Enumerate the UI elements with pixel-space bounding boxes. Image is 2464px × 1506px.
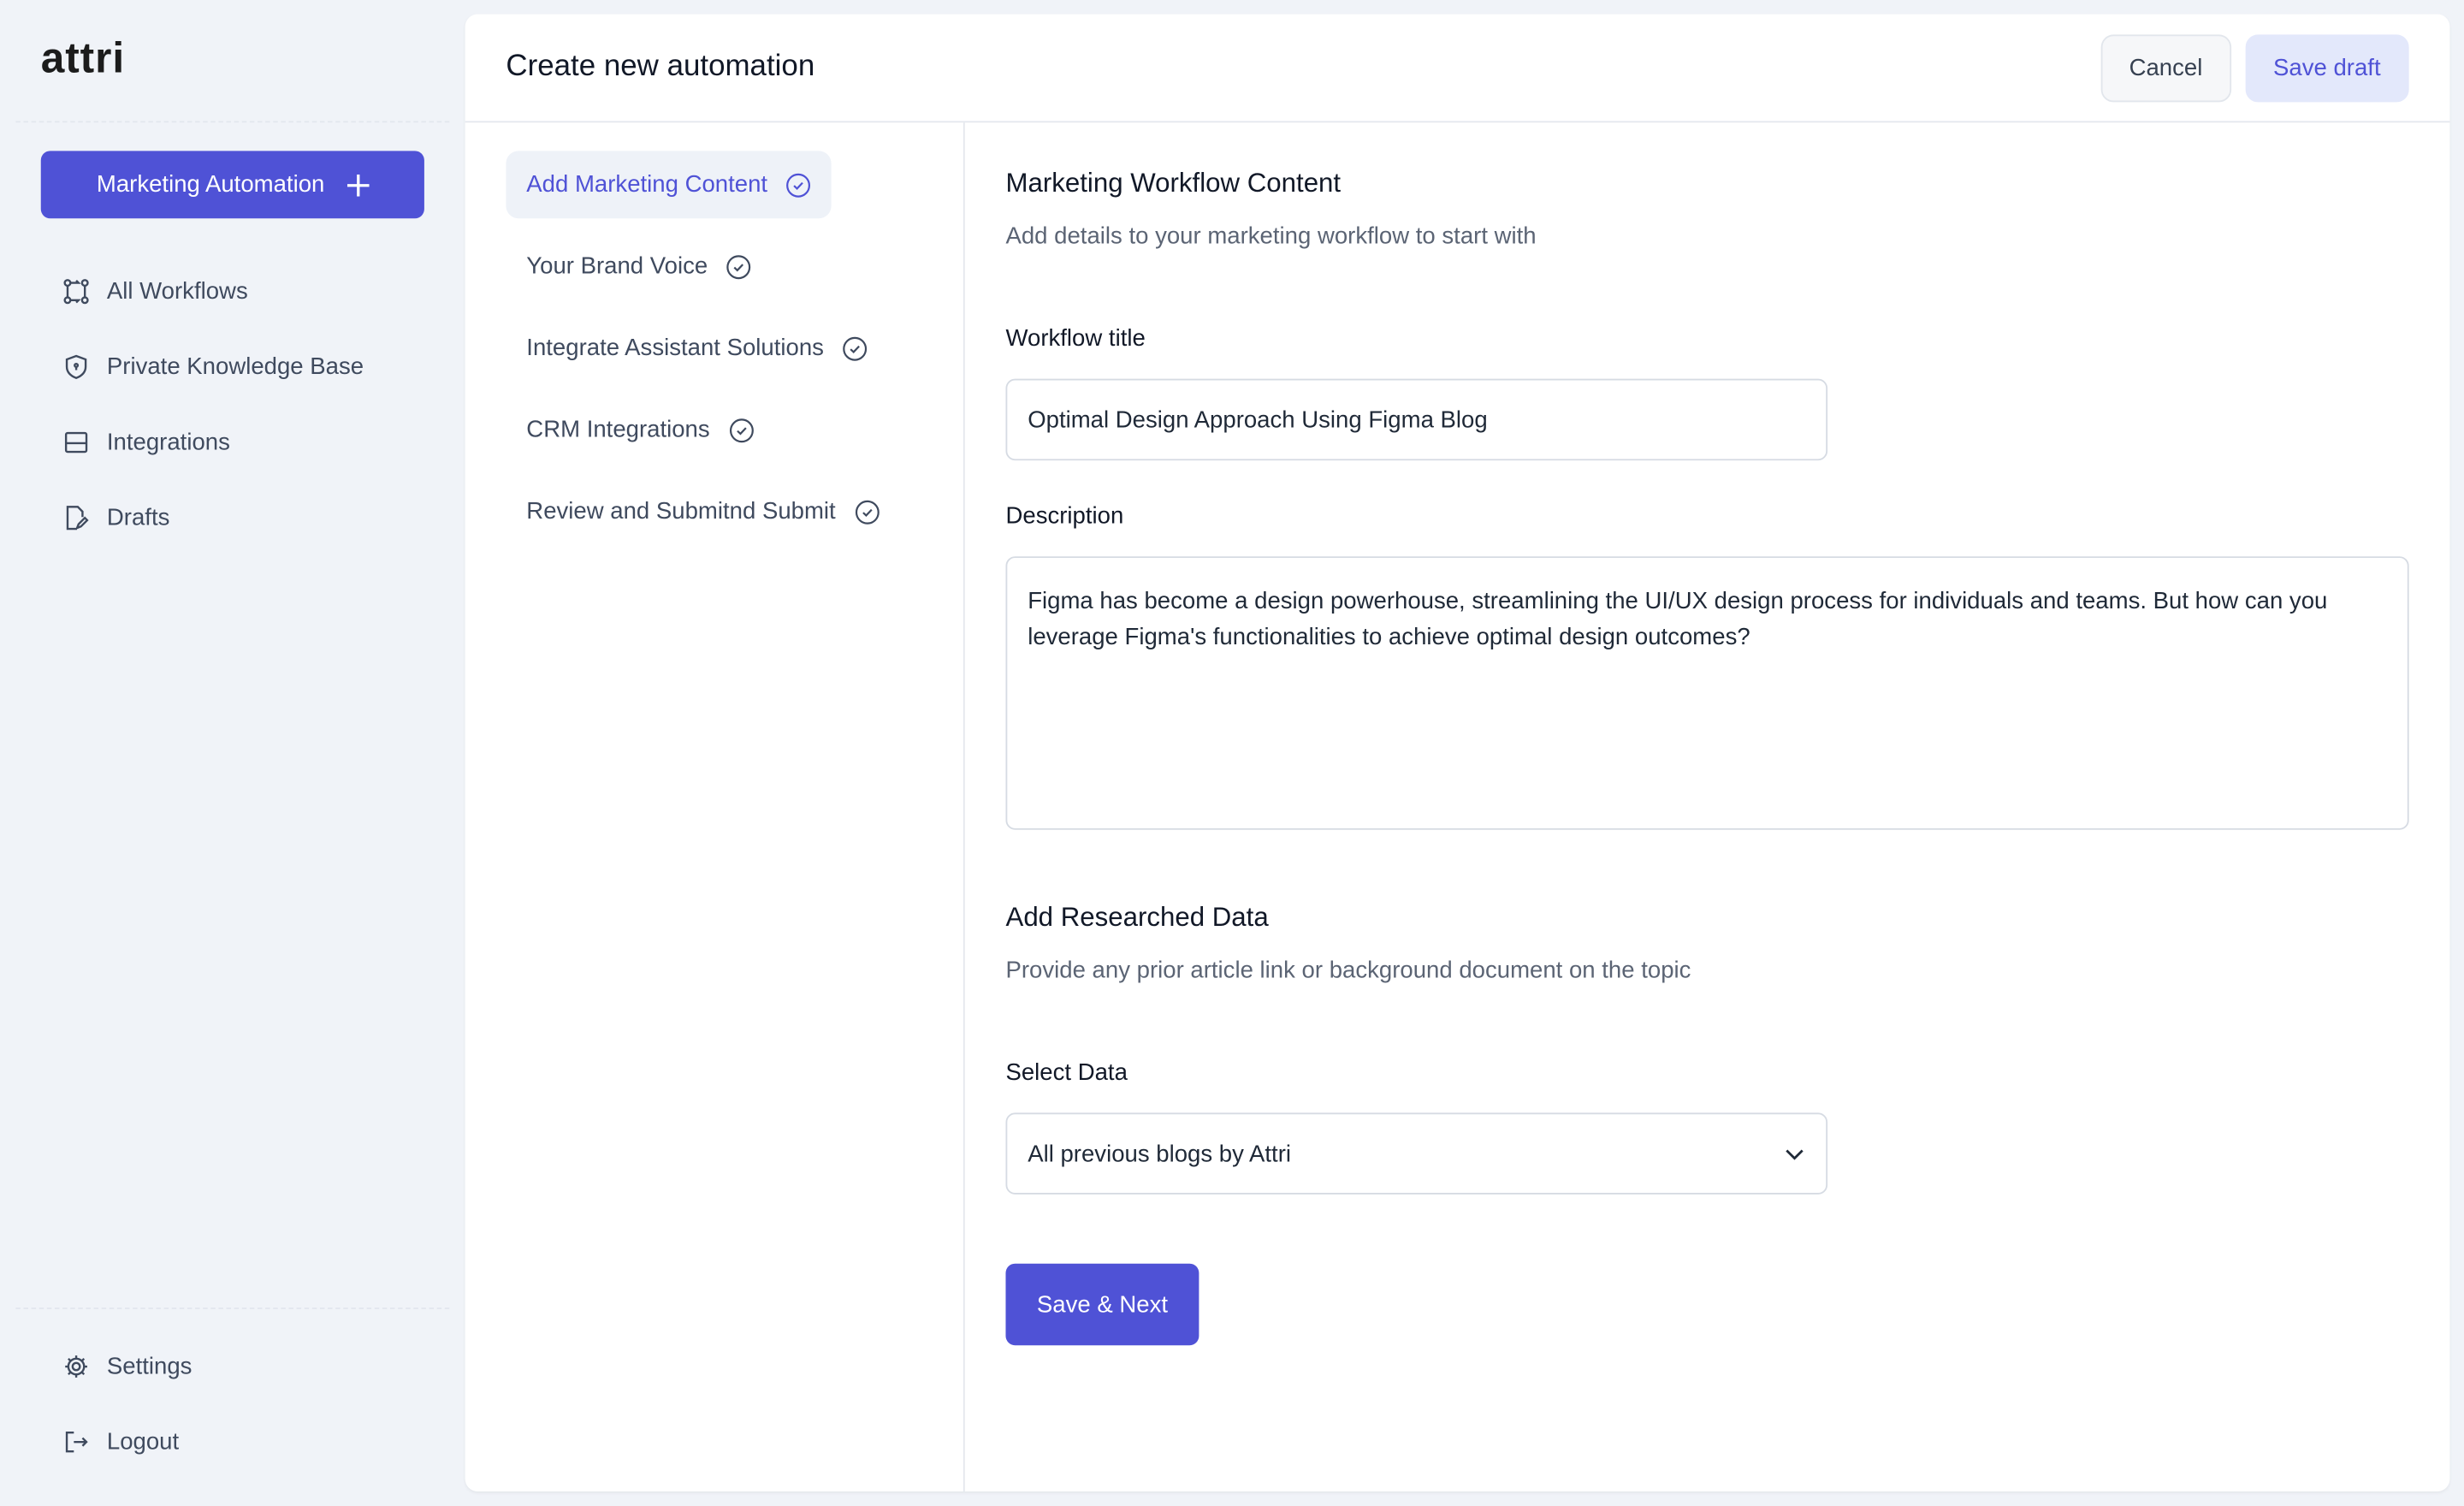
check-circle-icon [786, 172, 811, 197]
logo: attri [40, 34, 126, 82]
drafts-icon [66, 506, 89, 531]
sidebar-item-all-workflows[interactable]: All Workflows [62, 278, 248, 305]
workflow-icon [63, 279, 89, 305]
select-data-dropdown[interactable]: All previous blogs by Attri [1005, 1112, 1828, 1195]
marketing-automation-button[interactable]: Marketing Automation [40, 151, 424, 219]
sidebar-item-settings[interactable]: Settings [62, 1353, 192, 1380]
select-data-label: Select Data [1005, 1058, 1128, 1087]
check-circle-icon [726, 254, 751, 279]
logout-icon [65, 1431, 88, 1453]
label: Logout [106, 1428, 180, 1456]
save-draft-button[interactable]: Save draft [2244, 33, 2409, 102]
step-add-marketing-content[interactable]: Add Marketing Content [506, 151, 832, 219]
step-integrate-assistant-solutions[interactable]: Integrate Assistant Solutions [506, 314, 888, 382]
sidebar-item-integrations[interactable]: Integrations [62, 429, 230, 456]
sidebar: attri Marketing Automation All Workflows… [0, 0, 465, 1506]
label: Drafts [106, 504, 170, 531]
integrations-icon [64, 431, 88, 454]
step-label: CRM Integrations [526, 416, 710, 443]
check-circle-icon [855, 499, 880, 524]
save-next-button[interactable]: Save & Next [1005, 1263, 1199, 1346]
label: All Workflows [106, 278, 248, 305]
sidebar-item-private-knowledge-base[interactable]: Private Knowledge Base [62, 353, 364, 380]
step-label: Add Marketing Content [526, 171, 768, 199]
gear-icon [65, 1355, 87, 1378]
label: Integrations [106, 429, 230, 456]
divider [15, 1307, 450, 1309]
cancel-button[interactable]: Cancel [2100, 33, 2231, 102]
check-circle-icon [729, 418, 754, 442]
step-crm-integrations[interactable]: CRM Integrations [506, 396, 774, 464]
step-your-brand-voice[interactable]: Your Brand Voice [506, 233, 772, 300]
header: Create new automation Cancel Save draft [465, 15, 2450, 123]
label: Settings [106, 1353, 192, 1380]
main-panel: Create new automation Cancel Save draft … [465, 14, 2450, 1492]
check-circle-icon [843, 335, 868, 360]
step-review-and-submit[interactable]: Review and Submitnd Submit [506, 477, 900, 545]
workflow-title-label: Workflow title [1005, 325, 1146, 353]
shield-icon [65, 354, 87, 380]
plus-icon [346, 173, 369, 196]
step-label: Your Brand Voice [526, 252, 708, 280]
section-subtitle: Add details to your marketing workflow t… [1005, 222, 1537, 251]
workflow-title-input[interactable]: Optimal Design Approach Using Figma Blog [1005, 378, 1828, 461]
divider [15, 121, 450, 123]
description-textarea[interactable]: Figma has become a design powerhouse, st… [1005, 556, 2409, 830]
section-subtitle: Provide any prior article link or backgr… [1005, 957, 1691, 984]
sidebar-item-logout[interactable]: Logout [62, 1429, 179, 1456]
label: Private Knowledge Base [106, 353, 364, 381]
selected-value: All previous blogs by Attri [1028, 1140, 1291, 1167]
button-label: Marketing Automation [96, 171, 325, 199]
steps-nav: Add Marketing Content Your Brand Voice I… [465, 122, 965, 1492]
step-label: Integrate Assistant Solutions [526, 335, 824, 362]
chevron-down-icon [1786, 1149, 1804, 1160]
page-title: Create new automation [506, 50, 815, 84]
section-title: Marketing Workflow Content [1005, 168, 1342, 199]
sidebar-item-drafts[interactable]: Drafts [62, 505, 169, 531]
description-label: Description [1005, 502, 1124, 530]
section-title: Add Researched Data [1005, 902, 1269, 933]
step-label: Review and Submitnd Submit [526, 498, 836, 525]
